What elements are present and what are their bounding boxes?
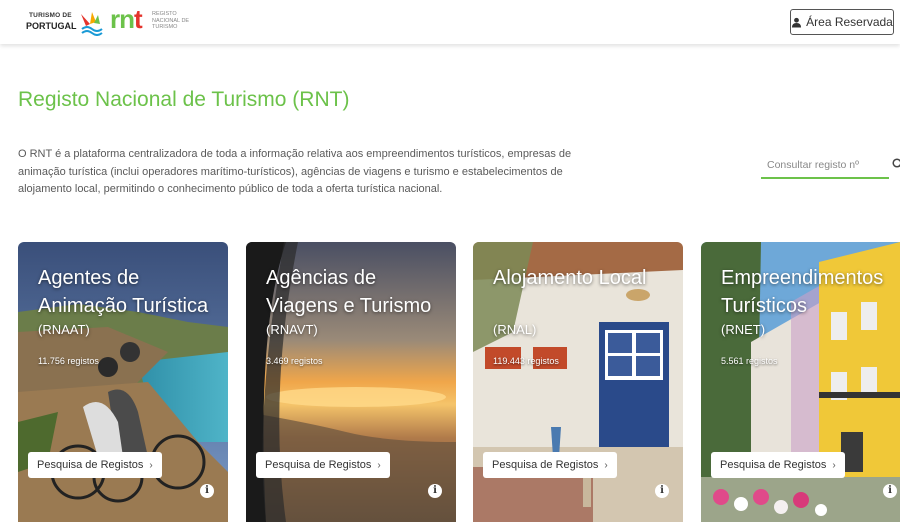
- reserved-area-label: Área Reservada: [806, 15, 893, 29]
- card-count: 119.443 registos: [493, 356, 559, 366]
- card-title: Empreendimentos Turísticos: [721, 267, 884, 317]
- card-rnet[interactable]: Empreendimentos Turísticos (RNET) 5.561 …: [701, 242, 900, 522]
- info-icon[interactable]: i: [883, 484, 897, 498]
- info-icon[interactable]: i: [200, 484, 214, 498]
- card-code: (RNET): [721, 322, 766, 337]
- rnt-logo[interactable]: rnt REGISTO NACIONAL DE TURISMO: [110, 4, 200, 36]
- chevron-right-icon: ›: [604, 459, 608, 471]
- search-records-button[interactable]: Pesquisa de Registos ›: [711, 452, 845, 478]
- card-code: (RNAAT): [38, 322, 90, 337]
- page-description: O RNT é a plataforma centralizadora de t…: [18, 148, 572, 195]
- search-records-button[interactable]: Pesquisa de Registos ›: [256, 452, 390, 478]
- card-title: Agências de Viagens e Turismo: [266, 267, 432, 317]
- button-label: Pesquisa de Registos: [492, 459, 599, 471]
- button-label: Pesquisa de Registos: [37, 459, 144, 471]
- card-rnavt[interactable]: Agências de Viagens e Turismo (RNAVT) 3.…: [246, 242, 456, 522]
- page-title: Registo Nacional de Turismo (RNT): [18, 88, 350, 111]
- registry-search: [761, 155, 891, 179]
- user-icon: [792, 17, 802, 28]
- search-icon[interactable]: [892, 158, 900, 170]
- logo-text-line2: PORTUGAL: [26, 21, 77, 31]
- card-rnal[interactable]: Alojamento Local (RNAL) 119.443 registos…: [473, 242, 683, 522]
- reserved-area-button[interactable]: Área Reservada: [790, 9, 894, 35]
- info-icon[interactable]: i: [655, 484, 669, 498]
- card-count: 5.561 registos: [721, 356, 778, 366]
- logo-text-line1: TURISMO DE: [29, 12, 72, 19]
- button-label: Pesquisa de Registos: [720, 459, 827, 471]
- rnt-logo-mark: rnt: [110, 4, 143, 34]
- card-title: Alojamento Local: [493, 267, 647, 289]
- chevron-right-icon: ›: [149, 459, 153, 471]
- card-rnaat[interactable]: Agentes de Animação Turística (RNAAT) 11…: [18, 242, 228, 522]
- search-records-button[interactable]: Pesquisa de Registos ›: [28, 452, 162, 478]
- rnt-logo-subtitle: REGISTO NACIONAL DE TURISMO: [152, 11, 190, 30]
- card-title: Agentes de Animação Turística: [38, 267, 209, 317]
- turismo-emblem-icon: [81, 12, 103, 36]
- button-label: Pesquisa de Registos: [265, 459, 372, 471]
- registry-search-input[interactable]: [761, 155, 891, 175]
- card-code: (RNAVT): [266, 322, 318, 337]
- info-icon[interactable]: i: [428, 484, 442, 498]
- chevron-right-icon: ›: [377, 459, 381, 471]
- card-code: (RNAL): [493, 322, 537, 337]
- card-count: 11.756 registos: [38, 356, 99, 366]
- turismo-de-portugal-logo[interactable]: TURISMO DE PORTUGAL: [26, 10, 106, 36]
- top-header: TURISMO DE PORTUGAL rnt REGISTO NACIONAL…: [0, 0, 900, 44]
- chevron-right-icon: ›: [832, 459, 836, 471]
- search-records-button[interactable]: Pesquisa de Registos ›: [483, 452, 617, 478]
- card-count: 3.469 registos: [266, 356, 323, 366]
